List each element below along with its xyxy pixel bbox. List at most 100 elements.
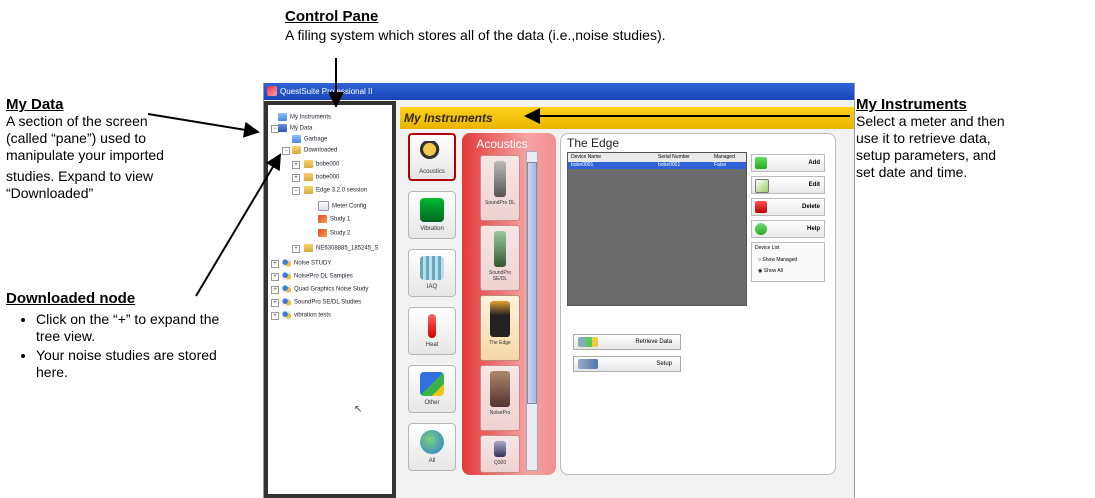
expand-toggle[interactable]: + bbox=[271, 260, 279, 268]
meter-soundpro-dl[interactable]: SoundPro DL bbox=[480, 155, 520, 221]
tree-item-my-data[interactable]: My Data bbox=[278, 124, 312, 134]
column-header-device-name[interactable]: Device Name bbox=[571, 153, 601, 162]
tree-item-ne-study[interactable]: NE6308885_185245_S bbox=[304, 244, 378, 254]
column-header-managed[interactable]: Managed bbox=[714, 153, 735, 162]
window-title: QuestSuite Professional II bbox=[280, 87, 373, 96]
radio-show-all[interactable]: ◉ Show All bbox=[758, 268, 783, 274]
collapse-toggle[interactable]: − bbox=[282, 147, 290, 155]
folder-icon bbox=[304, 173, 313, 181]
add-button[interactable]: Add bbox=[751, 154, 825, 172]
tree-item-garbage[interactable]: Garbage bbox=[292, 135, 327, 145]
downloaded-node-bullet: Click on the “+” to expand the tree view… bbox=[36, 311, 246, 345]
tree-item-my-instruments[interactable]: My Instruments bbox=[278, 113, 331, 123]
tree-item-soundpro-studies[interactable]: SoundPro SE/DL Studies bbox=[282, 298, 361, 308]
acoustics-panel: Acoustics SoundPro DL SoundPro SE/DL The… bbox=[462, 133, 556, 475]
folder-icon bbox=[292, 146, 301, 154]
meter-soundpro-sedl[interactable]: SoundPro SE/DL bbox=[480, 225, 520, 291]
instruments-icon bbox=[278, 113, 287, 121]
acoustics-panel-title: Acoustics bbox=[476, 137, 528, 151]
tree-item-study-2[interactable]: Study 2 bbox=[318, 229, 350, 239]
expand-toggle[interactable]: + bbox=[271, 299, 279, 307]
retrieve-data-icon bbox=[578, 337, 598, 347]
tree-item-vibration-tests[interactable]: vibration tests bbox=[282, 311, 331, 321]
tree-item-downloaded[interactable]: Downloaded bbox=[292, 146, 337, 156]
tree-item-bobe000[interactable]: bobe000 bbox=[304, 160, 339, 170]
tree-item-quad-graphics[interactable]: Quad Graphics Noise Study bbox=[282, 285, 368, 295]
sound-meter-icon bbox=[494, 441, 506, 457]
my-data-line: manipulate your imported bbox=[6, 147, 164, 163]
tree-item-study-1[interactable]: Study 1 bbox=[318, 215, 350, 225]
category-vibration[interactable]: Vibration bbox=[408, 191, 456, 239]
edit-button[interactable]: Edit bbox=[751, 176, 825, 194]
my-instruments-header-title: My Instruments bbox=[404, 111, 493, 125]
meter-q300[interactable]: Q300 bbox=[480, 435, 520, 473]
expand-toggle[interactable]: + bbox=[271, 286, 279, 294]
device-grid-header: Device Name Serial Number Managed bbox=[568, 153, 746, 162]
waveform-icon bbox=[420, 198, 444, 222]
control-pane-tree[interactable]: My Instruments − My Data Garbage − Downl… bbox=[264, 101, 396, 498]
meter-noisepro[interactable]: NoisePro bbox=[480, 365, 520, 431]
group-icon bbox=[282, 272, 291, 280]
document-icon bbox=[318, 201, 329, 211]
my-data-line: studies. Expand to view bbox=[6, 168, 154, 184]
noise-dosimeter-icon bbox=[490, 301, 510, 337]
radio-show-managed[interactable]: ○ Show Managed bbox=[758, 257, 797, 263]
cubes-icon bbox=[420, 372, 444, 396]
expand-toggle[interactable]: + bbox=[271, 273, 279, 281]
retrieve-data-button[interactable]: Retrieve Data bbox=[573, 334, 681, 350]
my-instruments-line: setup parameters, and bbox=[856, 147, 997, 163]
collapse-toggle[interactable]: − bbox=[292, 187, 300, 195]
expand-toggle[interactable]: + bbox=[292, 174, 300, 182]
category-heat[interactable]: Heat bbox=[408, 307, 456, 355]
the-edge-title: The Edge bbox=[567, 136, 620, 150]
my-data-line: “Downloaded” bbox=[6, 185, 94, 201]
app-window: QuestSuite Professional II My Instrument… bbox=[263, 83, 855, 498]
category-other[interactable]: Other bbox=[408, 365, 456, 413]
column-header-serial-number[interactable]: Serial Number bbox=[658, 153, 690, 162]
expand-toggle[interactable]: + bbox=[271, 312, 279, 320]
plus-icon bbox=[755, 157, 767, 169]
thermometer-icon bbox=[428, 314, 436, 338]
group-icon bbox=[282, 298, 291, 306]
my-data-annotation: My Data A section of the screen (called … bbox=[6, 96, 241, 202]
my-instruments-title: My Instruments bbox=[856, 96, 967, 113]
my-instruments-line: Select a meter and then bbox=[856, 113, 1005, 129]
delete-x-icon bbox=[755, 201, 767, 213]
expand-toggle[interactable]: + bbox=[292, 161, 300, 169]
delete-button[interactable]: Delete bbox=[751, 198, 825, 216]
downloaded-node-annotation: Downloaded node Click on the “+” to expa… bbox=[6, 290, 246, 383]
category-all[interactable]: All bbox=[408, 423, 456, 471]
device-list-group: Device List ○ Show Managed ◉ Show All bbox=[751, 242, 825, 282]
meter-list-scrollbar[interactable] bbox=[526, 151, 538, 471]
my-instruments-line: use it to retrieve data, bbox=[856, 130, 991, 146]
device-grid[interactable]: Device Name Serial Number Managed bobe00… bbox=[567, 152, 747, 306]
tree-item-noisepro-samples[interactable]: NoisePro DL Samples bbox=[282, 272, 353, 282]
title-bar: QuestSuite Professional II bbox=[264, 83, 854, 100]
setup-button[interactable]: Setup bbox=[573, 356, 681, 372]
study-icon bbox=[318, 229, 327, 237]
help-button[interactable]: Help bbox=[751, 220, 825, 238]
tree-item-meter-config[interactable]: Meter Config bbox=[318, 201, 366, 212]
meter-the-edge[interactable]: The Edge bbox=[480, 295, 520, 361]
expand-toggle[interactable]: + bbox=[292, 245, 300, 253]
setup-icon bbox=[578, 359, 598, 369]
mouse-cursor-icon: ↖ bbox=[354, 404, 363, 415]
tree-item-noise-study[interactable]: Noise STUDY bbox=[282, 259, 331, 269]
my-data-title: My Data bbox=[6, 96, 64, 113]
scrollbar-thumb[interactable] bbox=[527, 162, 537, 404]
category-acoustics[interactable]: Acoustics bbox=[408, 133, 456, 181]
group-icon bbox=[282, 311, 291, 319]
cell-serial-number: bobe0001 bbox=[658, 162, 681, 168]
dosimeter-icon bbox=[490, 371, 510, 407]
table-row[interactable]: bobe0001 bobe0001 False bbox=[568, 162, 746, 169]
folder-icon bbox=[304, 160, 313, 168]
folder-icon bbox=[304, 244, 313, 252]
tree-item-edge-session[interactable]: Edge 3.2.0 session bbox=[304, 186, 367, 196]
tree-item-bobe000[interactable]: bobe000 bbox=[304, 173, 339, 183]
my-instruments-header: My Instruments bbox=[400, 107, 854, 129]
downloaded-node-title: Downloaded node bbox=[6, 290, 136, 307]
globe-icon bbox=[420, 430, 444, 454]
category-iaq[interactable]: IAQ bbox=[408, 249, 456, 297]
building-icon bbox=[420, 256, 444, 280]
garbage-icon bbox=[292, 135, 301, 143]
